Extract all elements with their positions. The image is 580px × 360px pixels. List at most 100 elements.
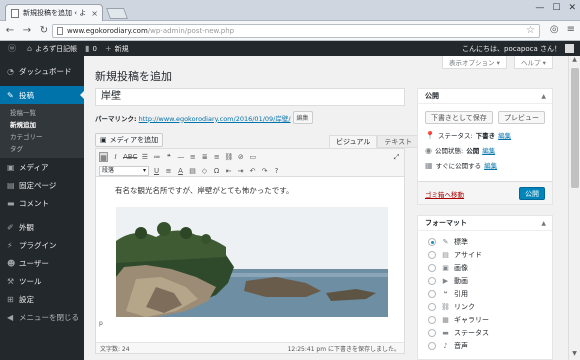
- visibility-edit-link[interactable]: 編集: [482, 145, 495, 155]
- sidebar-item-users[interactable]: ☻ ユーザー: [0, 254, 84, 272]
- redo-icon[interactable]: ↷: [260, 166, 269, 176]
- format-option-standard[interactable]: ✎ 標準: [418, 235, 552, 248]
- indent-icon[interactable]: ⇥: [236, 166, 245, 176]
- undo-icon[interactable]: ↶: [248, 166, 257, 176]
- preview-button[interactable]: プレビュー: [498, 111, 545, 124]
- permalink-link[interactable]: http://www.egokorodiary.com/2016/01/09/岸…: [139, 113, 291, 123]
- page-scrollbar[interactable]: ▲ ▼: [568, 56, 580, 360]
- format-option-link[interactable]: ⛓ リンク: [418, 300, 552, 313]
- justify-icon[interactable]: ≡: [164, 166, 173, 176]
- sidebar-item-comments[interactable]: ▬ コメント: [0, 194, 84, 212]
- underline-button[interactable]: U: [152, 166, 161, 176]
- align-center-icon[interactable]: ≣: [200, 152, 209, 162]
- format-option-status[interactable]: ▬ ステータス: [418, 326, 552, 339]
- screen-options-button[interactable]: 表示オプション ▾: [442, 56, 507, 69]
- sidebar-item-settings[interactable]: ⊞ 設定: [0, 290, 84, 308]
- wp-logo-icon[interactable]: ⓦ: [8, 43, 19, 54]
- text-color-button[interactable]: A: [176, 166, 185, 176]
- link-icon[interactable]: ⛓: [224, 152, 233, 162]
- page-info-icon[interactable]: [57, 27, 63, 35]
- radio[interactable]: [428, 250, 436, 259]
- admin-bar-site[interactable]: ⌂ よろず日記帳: [27, 44, 77, 54]
- new-tab-button[interactable]: [105, 8, 129, 19]
- reload-icon[interactable]: ↻: [37, 25, 51, 36]
- address-input[interactable]: www.egokorodiary.com /wp-admin/post-new.…: [52, 24, 540, 38]
- radio[interactable]: [428, 315, 436, 324]
- coastal-cliff-photo[interactable]: [116, 207, 388, 317]
- tab-text[interactable]: テキスト: [377, 135, 420, 148]
- admin-bar-comments[interactable]: ▮ 0: [85, 44, 97, 53]
- browser-tab[interactable]: 新規投稿を追加 ‹ よろず日記 ×: [5, 4, 103, 21]
- save-draft-button[interactable]: 下書きとして保存: [425, 111, 493, 124]
- permalink-edit-button[interactable]: 編集: [292, 111, 313, 124]
- horizontal-line-icon[interactable]: —: [176, 152, 185, 162]
- admin-bar-account[interactable]: こんにちは、pocapoca さん！: [462, 44, 574, 54]
- maximize-icon[interactable]: ☐: [552, 3, 560, 13]
- bookmark-star-icon[interactable]: ☆: [526, 25, 535, 36]
- radio[interactable]: [428, 276, 436, 285]
- submenu-add-new[interactable]: 新規追加: [0, 119, 84, 131]
- blockquote-icon[interactable]: ❝: [164, 152, 173, 162]
- tab-visual[interactable]: ビジュアル: [329, 135, 378, 148]
- format-option-aside[interactable]: ▤ アサイド: [418, 248, 552, 261]
- post-title-input[interactable]: 岸壁: [95, 88, 405, 106]
- unlink-icon[interactable]: ⊘: [236, 152, 245, 162]
- paragraph-select[interactable]: 段落: [99, 166, 149, 176]
- move-to-trash-link[interactable]: ゴミ箱へ移動: [425, 189, 464, 199]
- strikethrough-button[interactable]: ABC: [123, 152, 137, 162]
- sidebar-item-posts[interactable]: ✎ 投稿: [0, 86, 84, 104]
- collapse-toggle-icon[interactable]: ▲: [541, 93, 546, 100]
- sidebar-item-plugins[interactable]: ⚡ プラグイン: [0, 236, 84, 254]
- add-media-button[interactable]: ▣ メディアを追加: [95, 133, 164, 147]
- publish-box-header[interactable]: 公開 ▲: [418, 89, 552, 104]
- radio[interactable]: [428, 328, 436, 337]
- schedule-edit-link[interactable]: 編集: [484, 160, 497, 170]
- status-edit-link[interactable]: 編集: [498, 130, 511, 140]
- collapse-toggle-icon[interactable]: ▲: [541, 220, 546, 227]
- close-window-icon[interactable]: ✕: [568, 3, 576, 13]
- sidebar-item-media[interactable]: ▣ メディア: [0, 158, 84, 176]
- radio[interactable]: [428, 341, 436, 350]
- align-left-icon[interactable]: ≡: [188, 152, 197, 162]
- help-button[interactable]: ヘルプ ▾: [514, 56, 553, 69]
- sidebar-item-appearance[interactable]: ✐ 外観: [0, 218, 84, 236]
- back-icon[interactable]: ←: [3, 25, 17, 36]
- camera-extension-icon[interactable]: ◎: [550, 24, 559, 35]
- scroll-down-icon[interactable]: ▼: [569, 350, 580, 360]
- numbered-list-icon[interactable]: ≔: [152, 152, 161, 162]
- clear-format-icon[interactable]: ◇: [200, 166, 209, 176]
- toolbar-toggle-icon[interactable]: ▦: [99, 152, 108, 162]
- radio[interactable]: [428, 302, 436, 311]
- help-icon[interactable]: ?: [272, 166, 281, 176]
- radio[interactable]: [428, 289, 436, 298]
- format-box-header[interactable]: フォーマット ▲: [418, 216, 552, 231]
- bullet-list-icon[interactable]: ☰: [140, 152, 149, 162]
- special-char-icon[interactable]: Ω: [212, 166, 221, 176]
- sidebar-item-pages[interactable]: ▤ 固定ページ: [0, 176, 84, 194]
- italic-button[interactable]: I: [111, 152, 120, 162]
- paste-text-icon[interactable]: ▤: [188, 166, 197, 176]
- format-option-audio[interactable]: ♪ 音声: [418, 339, 552, 352]
- sidebar-item-dashboard[interactable]: ◔ ダッシュボード: [0, 62, 84, 80]
- format-option-quote[interactable]: ❝ 引用: [418, 287, 552, 300]
- sidebar-item-tools[interactable]: ⚒ ツール: [0, 272, 84, 290]
- editor-body-text[interactable]: 有名な観光名所ですが、岸壁がとても怖かったです。: [96, 177, 404, 196]
- fullscreen-icon[interactable]: ⤢: [392, 152, 401, 162]
- submenu-all-posts[interactable]: 投稿一覧: [0, 107, 84, 119]
- forward-icon[interactable]: →: [20, 25, 34, 36]
- align-right-icon[interactable]: ≡: [212, 152, 221, 162]
- minimize-icon[interactable]: —: [535, 3, 544, 13]
- close-tab-icon[interactable]: ×: [91, 9, 98, 18]
- admin-bar-new[interactable]: + 新規: [105, 44, 129, 54]
- format-option-video[interactable]: ▶ 動画: [418, 274, 552, 287]
- radio[interactable]: [428, 263, 436, 272]
- scroll-thumb[interactable]: [571, 68, 579, 188]
- collapse-menu-button[interactable]: ◀ メニューを閉じる: [0, 308, 84, 326]
- publish-button[interactable]: 公開: [519, 187, 545, 200]
- read-more-icon[interactable]: ▭: [248, 152, 257, 162]
- outdent-icon[interactable]: ⇤: [224, 166, 233, 176]
- submenu-tags[interactable]: タグ: [0, 143, 84, 155]
- scroll-up-icon[interactable]: ▲: [569, 56, 580, 66]
- menu-icon[interactable]: ≡: [567, 24, 575, 35]
- format-option-gallery[interactable]: ▦ ギャラリー: [418, 313, 552, 326]
